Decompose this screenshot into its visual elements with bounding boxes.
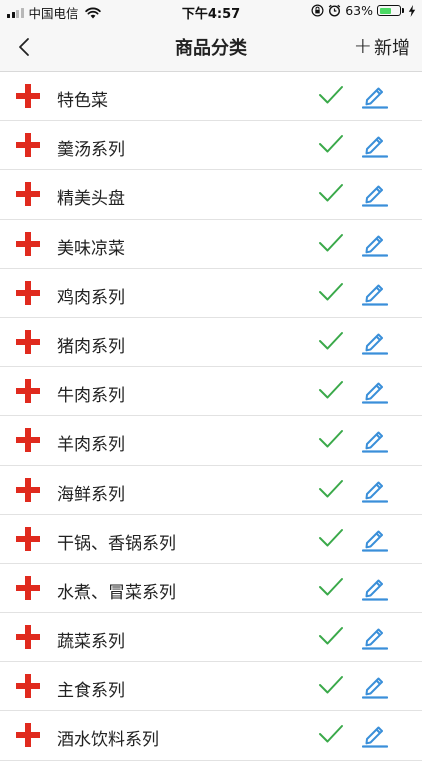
- check-icon[interactable]: [318, 232, 344, 254]
- expand-plus-icon[interactable]: [16, 674, 40, 699]
- category-row: 猪肉系列: [0, 317, 422, 368]
- check-icon[interactable]: [318, 379, 344, 401]
- category-row: 海鲜系列: [0, 465, 422, 515]
- edit-pencil-icon[interactable]: [362, 83, 388, 109]
- category-label: 猪肉系列: [57, 336, 125, 357]
- expand-plus-icon[interactable]: [16, 723, 40, 748]
- category-label: 牛肉系列: [57, 386, 125, 407]
- category-label: 美味凉菜: [57, 238, 125, 259]
- check-icon[interactable]: [318, 478, 344, 500]
- expand-plus-icon[interactable]: [16, 133, 40, 158]
- category-row: 水煮、冒菜系列: [0, 563, 422, 614]
- status-bar: 中国电信 下午4:57 63%: [0, 0, 422, 22]
- check-icon[interactable]: [318, 723, 344, 745]
- edit-pencil-icon[interactable]: [362, 575, 388, 601]
- expand-plus-icon[interactable]: [16, 84, 40, 108]
- category-row: 干锅、香锅系列: [0, 514, 422, 564]
- expand-plus-icon[interactable]: [16, 379, 40, 404]
- category-label: 水煮、冒菜系列: [57, 582, 176, 603]
- category-label: 主食系列: [57, 681, 125, 702]
- edit-pencil-icon[interactable]: [362, 427, 388, 453]
- battery-tip: [402, 8, 404, 13]
- check-icon[interactable]: [318, 625, 344, 647]
- battery-icon: [377, 5, 401, 16]
- category-label: 海鲜系列: [57, 484, 125, 505]
- category-row: 特色菜: [0, 72, 422, 122]
- check-icon[interactable]: [318, 182, 344, 204]
- check-icon[interactable]: [318, 674, 344, 696]
- edit-pencil-icon[interactable]: [362, 526, 388, 552]
- category-row: 美味凉菜: [0, 219, 422, 269]
- edit-pencil-icon[interactable]: [362, 673, 388, 699]
- category-row: 酒水饮料系列: [0, 711, 422, 761]
- category-label: 酒水饮料系列: [57, 730, 159, 751]
- category-label: 蔬菜系列: [57, 632, 125, 653]
- check-icon[interactable]: [318, 527, 344, 549]
- edit-pencil-icon[interactable]: [362, 624, 388, 650]
- expand-plus-icon[interactable]: [16, 625, 40, 650]
- orientation-lock-icon: [311, 4, 324, 17]
- expand-plus-icon[interactable]: [16, 280, 40, 305]
- category-label: 羹汤系列: [57, 140, 125, 161]
- status-right: 63%: [311, 3, 416, 18]
- category-row: 牛肉系列: [0, 367, 422, 417]
- charging-icon: [408, 4, 416, 17]
- edit-pencil-icon[interactable]: [362, 329, 388, 355]
- category-label: 精美头盘: [57, 189, 125, 210]
- back-button[interactable]: [14, 35, 36, 59]
- check-icon[interactable]: [318, 428, 344, 450]
- check-icon[interactable]: [318, 84, 344, 106]
- category-row: 精美头盘: [0, 170, 422, 220]
- expand-plus-icon[interactable]: [16, 575, 40, 600]
- category-label: 干锅、香锅系列: [57, 533, 176, 554]
- edit-pencil-icon[interactable]: [362, 231, 388, 257]
- category-label: 鸡肉系列: [57, 287, 125, 308]
- edit-pencil-icon[interactable]: [362, 181, 388, 207]
- battery-percent: 63%: [345, 3, 373, 18]
- edit-pencil-icon[interactable]: [362, 132, 388, 158]
- category-list: 特色菜 羹汤系列 精美头盘 美味凉菜 鸡肉系列 猪肉系列 牛肉系列 羊肉系列 海…: [0, 72, 422, 761]
- expand-plus-icon[interactable]: [16, 231, 40, 256]
- category-row: 蔬菜系列: [0, 613, 422, 663]
- edit-pencil-icon[interactable]: [362, 477, 388, 503]
- check-icon[interactable]: [318, 576, 344, 598]
- category-label: 特色菜: [57, 91, 108, 111]
- add-category-button[interactable]: + 新增: [354, 34, 410, 60]
- category-row: 主食系列: [0, 662, 422, 712]
- edit-pencil-icon[interactable]: [362, 280, 388, 306]
- expand-plus-icon[interactable]: [16, 526, 40, 551]
- add-label: 新增: [374, 38, 410, 59]
- check-icon[interactable]: [318, 133, 344, 155]
- edit-pencil-icon[interactable]: [362, 722, 388, 749]
- nav-bar: 商品分类 + 新增: [0, 22, 422, 72]
- expand-plus-icon[interactable]: [16, 329, 40, 354]
- edit-pencil-icon[interactable]: [362, 378, 388, 404]
- check-icon[interactable]: [318, 330, 344, 352]
- category-row: 羊肉系列: [0, 416, 422, 466]
- check-icon[interactable]: [318, 281, 344, 303]
- category-row: 鸡肉系列: [0, 268, 422, 318]
- category-row: 羹汤系列: [0, 121, 422, 171]
- expand-plus-icon[interactable]: [16, 477, 40, 502]
- alarm-icon: [328, 4, 341, 17]
- expand-plus-icon[interactable]: [16, 428, 40, 453]
- expand-plus-icon[interactable]: [16, 182, 40, 207]
- add-icon: +: [353, 34, 372, 59]
- category-label: 羊肉系列: [57, 435, 125, 456]
